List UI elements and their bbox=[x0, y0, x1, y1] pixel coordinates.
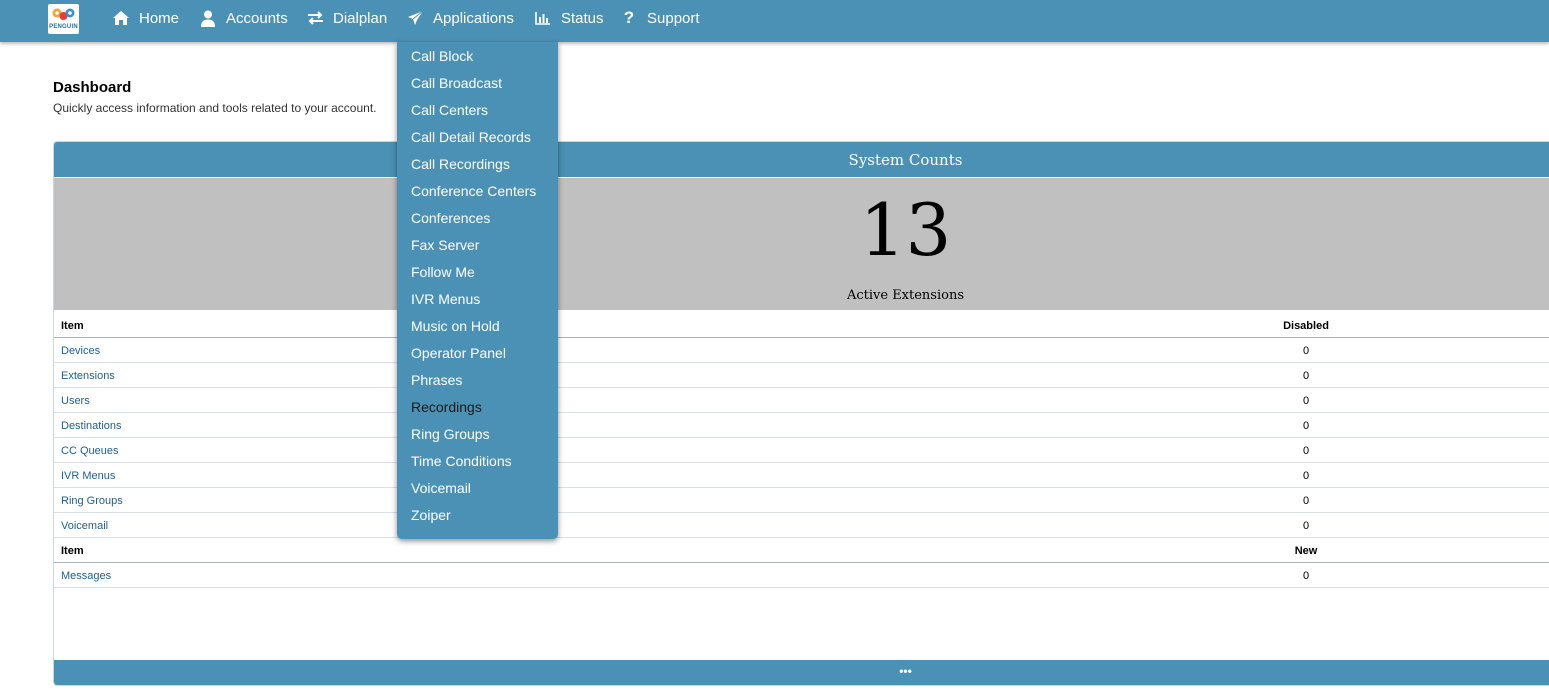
send-icon bbox=[406, 9, 424, 27]
table-header: Item Disabled bbox=[54, 313, 1549, 338]
menu-item-ring-groups[interactable]: Ring Groups bbox=[411, 426, 490, 446]
menu-item-call-centers[interactable]: Call Centers bbox=[411, 102, 488, 122]
row-value: 0 bbox=[1302, 495, 1310, 507]
menu-item-call-broadcast[interactable]: Call Broadcast bbox=[411, 75, 502, 95]
table-header: Item New bbox=[54, 538, 1549, 563]
menu-item-follow-me[interactable]: Follow Me bbox=[411, 264, 475, 284]
table-row: CC Queues 0 bbox=[54, 438, 1549, 463]
logo-text: PENGUIN bbox=[49, 24, 78, 30]
applications-dropdown-menu: Call Block Call Broadcast Call Centers C… bbox=[397, 42, 558, 539]
row-link-ring-groups[interactable]: Ring Groups bbox=[61, 495, 123, 507]
page-subtitle: Quickly access information and tools rel… bbox=[53, 101, 377, 115]
table-row: Extensions 0 bbox=[54, 363, 1549, 388]
active-extensions-label: Active Extensions bbox=[846, 288, 965, 303]
active-extensions-count: 13 bbox=[859, 188, 952, 272]
row-link-users[interactable]: Users bbox=[61, 395, 90, 407]
panel-title[interactable]: System Counts bbox=[54, 142, 1549, 177]
row-link-messages[interactable]: Messages bbox=[61, 570, 111, 582]
nav-dialplan-label: Dialplan bbox=[333, 9, 388, 27]
row-value: 0 bbox=[1302, 570, 1310, 582]
nav-accounts-label: Accounts bbox=[226, 9, 288, 27]
row-link-destinations[interactable]: Destinations bbox=[61, 420, 122, 432]
system-counts-panel: System Counts 13 Active Extensions Item … bbox=[53, 141, 1549, 686]
nav-home-label: Home bbox=[139, 9, 180, 27]
row-value: 0 bbox=[1302, 470, 1310, 482]
menu-item-voicemail[interactable]: Voicemail bbox=[411, 480, 471, 500]
row-link-voicemail[interactable]: Voicemail bbox=[61, 520, 108, 532]
nav-home[interactable]: Home bbox=[112, 0, 179, 36]
column-header-new: New bbox=[1294, 545, 1318, 557]
nav-status-label: Status bbox=[561, 9, 604, 27]
logo-eyes-icon bbox=[52, 8, 75, 20]
user-icon bbox=[199, 9, 217, 27]
row-value: 0 bbox=[1302, 420, 1310, 432]
table-row: Destinations 0 bbox=[54, 413, 1549, 438]
row-value: 0 bbox=[1302, 370, 1310, 382]
menu-item-conference-centers[interactable]: Conference Centers bbox=[411, 183, 536, 203]
column-header-disabled: Disabled bbox=[1283, 320, 1329, 332]
menu-item-music-on-hold[interactable]: Music on Hold bbox=[411, 318, 500, 338]
row-link-extensions[interactable]: Extensions bbox=[61, 370, 115, 382]
penguin-logo[interactable]: PENGUIN bbox=[48, 4, 79, 34]
table-row: Users 0 bbox=[54, 388, 1549, 413]
table-row: IVR Menus 0 bbox=[54, 463, 1549, 488]
home-icon bbox=[112, 9, 130, 27]
row-value: 0 bbox=[1302, 445, 1310, 457]
nav-support[interactable]: ? Support bbox=[620, 0, 700, 36]
column-header-item: Item bbox=[61, 545, 84, 557]
row-value: 0 bbox=[1302, 345, 1310, 357]
menu-item-call-block[interactable]: Call Block bbox=[411, 48, 473, 68]
menu-item-call-recordings[interactable]: Call Recordings bbox=[411, 156, 510, 176]
menu-item-recordings[interactable]: Recordings bbox=[411, 399, 482, 419]
row-value: 0 bbox=[1302, 395, 1310, 407]
exchange-icon bbox=[306, 9, 324, 27]
menu-item-conferences[interactable]: Conferences bbox=[411, 210, 490, 230]
row-value: 0 bbox=[1302, 520, 1310, 532]
table-row: Voicemail 0 bbox=[54, 513, 1549, 538]
menu-item-fax-server[interactable]: Fax Server bbox=[411, 237, 479, 257]
nav-dialplan[interactable]: Dialplan bbox=[306, 0, 387, 36]
row-link-devices[interactable]: Devices bbox=[61, 345, 100, 357]
table-row: Devices 0 bbox=[54, 338, 1549, 363]
menu-item-operator-panel[interactable]: Operator Panel bbox=[411, 345, 506, 365]
menu-item-zoiper[interactable]: Zoiper bbox=[411, 507, 451, 527]
nav-status[interactable]: Status bbox=[534, 0, 604, 36]
bar-chart-icon bbox=[534, 9, 552, 27]
top-navbar: PENGUIN Home Accounts Dialplan Applicati… bbox=[0, 0, 1549, 42]
panel-footer-expand[interactable]: ••• bbox=[54, 660, 1549, 685]
question-icon: ? bbox=[623, 8, 635, 27]
page-title: Dashboard bbox=[53, 79, 132, 96]
row-link-ivr-menus[interactable]: IVR Menus bbox=[61, 470, 115, 482]
menu-item-phrases[interactable]: Phrases bbox=[411, 372, 462, 392]
menu-item-ivr-menus[interactable]: IVR Menus bbox=[411, 291, 480, 311]
nav-applications-label: Applications bbox=[433, 9, 514, 27]
active-extensions-hero[interactable]: 13 Active Extensions bbox=[54, 178, 1549, 310]
row-link-cc-queues[interactable]: CC Queues bbox=[61, 445, 118, 457]
table-row: Ring Groups 0 bbox=[54, 488, 1549, 513]
menu-item-call-detail-records[interactable]: Call Detail Records bbox=[411, 129, 531, 149]
nav-accounts[interactable]: Accounts bbox=[199, 0, 288, 36]
table-row: Messages 0 bbox=[54, 563, 1549, 588]
menu-item-time-conditions[interactable]: Time Conditions bbox=[411, 453, 512, 473]
column-header-item: Item bbox=[61, 320, 84, 332]
nav-applications[interactable]: Applications bbox=[406, 0, 514, 36]
nav-support-label: Support bbox=[647, 9, 700, 27]
